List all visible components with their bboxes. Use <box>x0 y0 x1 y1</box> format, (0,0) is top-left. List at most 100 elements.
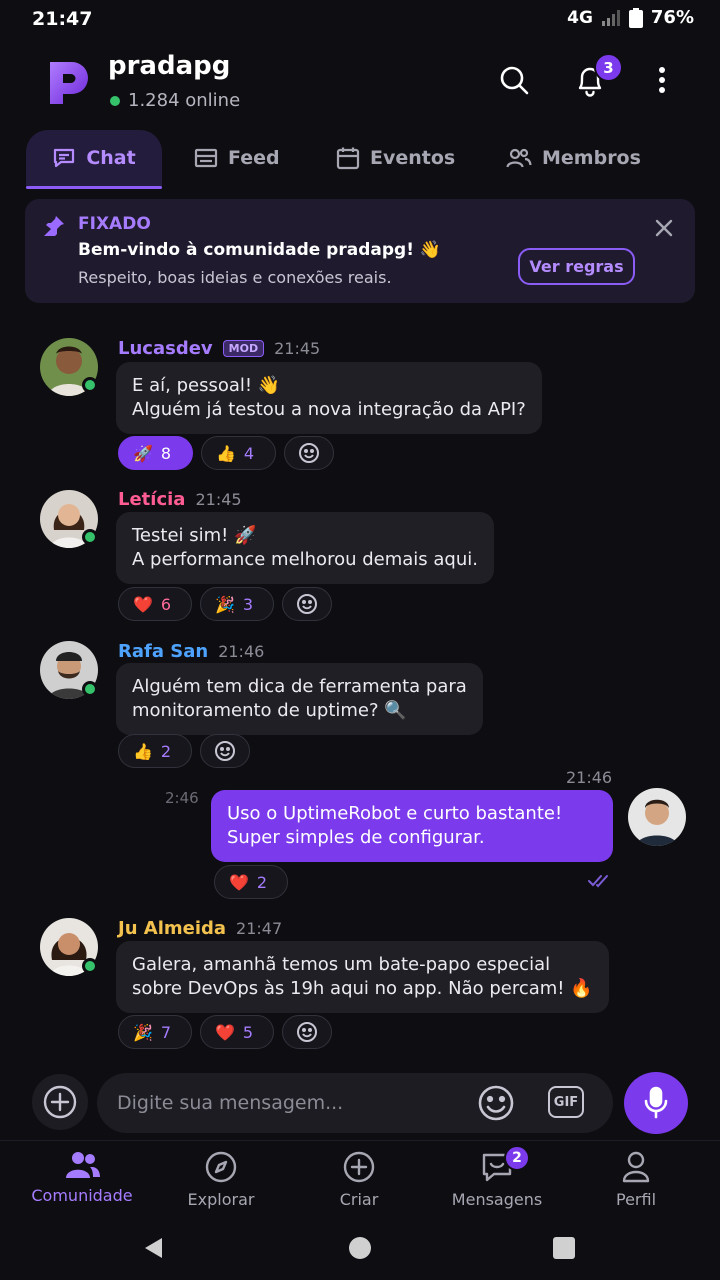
microphone-icon <box>644 1086 668 1119</box>
add-reaction-button[interactable] <box>282 1015 332 1049</box>
signal-icon <box>601 9 620 26</box>
community-icon <box>66 1152 100 1178</box>
reaction-emoji: ❤️ <box>215 1022 235 1042</box>
compass-icon <box>205 1151 237 1183</box>
reaction-party[interactable]: 🎉 3 <box>200 587 274 621</box>
nav-explorar[interactable]: Explorar <box>151 1150 291 1209</box>
feed-icon <box>194 148 218 168</box>
own-avatar[interactable] <box>628 788 686 846</box>
read-receipt-icon <box>588 875 608 888</box>
reaction-party[interactable]: 🎉 7 <box>118 1015 192 1049</box>
reaction-count: 2 <box>160 741 172 761</box>
online-indicator <box>82 377 98 393</box>
emoji-button[interactable] <box>476 1083 516 1127</box>
reaction-rocket[interactable]: 🚀 8 <box>118 436 193 470</box>
smiley-icon <box>297 594 317 614</box>
message-line: Alguém já testou a nova integração da AP… <box>132 399 526 420</box>
reaction-heart[interactable]: ❤️ 2 <box>214 865 288 899</box>
close-icon <box>655 219 673 237</box>
nav-label: Explorar <box>187 1190 255 1209</box>
system-recents-button[interactable] <box>552 1236 576 1260</box>
nav-comunidade[interactable]: Comunidade <box>12 1150 152 1205</box>
message-time: 21:45 <box>274 339 321 358</box>
nav-label: Mensagens <box>451 1190 543 1209</box>
active-tab-indicator <box>26 186 162 189</box>
network-label: 4G <box>567 7 593 28</box>
tab-eventos[interactable]: Eventos <box>336 130 455 186</box>
reaction-emoji: 🎉 <box>133 1022 153 1042</box>
emoji-icon <box>478 1085 514 1121</box>
reaction-thumbs-up[interactable]: 👍 2 <box>118 734 192 768</box>
reaction-emoji: 👍 <box>216 443 236 463</box>
message-line: Super simples de configurar. <box>227 827 485 848</box>
reaction-thumbs-up[interactable]: 👍 4 <box>201 436 276 470</box>
community-name: pradapg <box>108 51 231 81</box>
more-options-button[interactable] <box>642 60 682 100</box>
message-input-placeholder[interactable]: Digite sua mensagem... <box>117 1092 343 1114</box>
online-indicator <box>82 681 98 697</box>
nav-mensagens[interactable]: Mensagens <box>427 1150 567 1209</box>
message-author-row: Lucasdev MOD 21:45 <box>118 338 320 359</box>
reaction-heart[interactable]: ❤️ 6 <box>118 587 192 621</box>
message-line: Alguém tem dica de ferramenta para <box>132 676 467 697</box>
smiley-icon <box>215 741 235 761</box>
pin-icon <box>44 216 64 236</box>
dismiss-pinned-button[interactable] <box>650 214 678 242</box>
system-home-button[interactable] <box>348 1236 372 1260</box>
reactions-row: 🎉 7 ❤️ 5 <box>118 1015 332 1049</box>
reaction-emoji: ❤️ <box>229 872 249 892</box>
tab-label: Eventos <box>370 147 456 169</box>
add-reaction-button[interactable] <box>284 436 334 470</box>
reactions-row: 👍 2 <box>118 734 250 768</box>
author-name[interactable]: Letícia <box>118 489 185 510</box>
message-bubble[interactable]: Galera, amanhã temos um bate-papo especi… <box>116 941 609 1013</box>
message-time: 21:46 <box>566 768 613 787</box>
author-name[interactable]: Rafa San <box>118 641 208 662</box>
reaction-count: 3 <box>242 594 254 614</box>
message-bubble[interactable]: Testei sim! 🚀 A performance melhorou dem… <box>116 512 494 584</box>
avatar-image <box>628 788 686 846</box>
message-time: 21:45 <box>195 490 242 509</box>
own-message-bubble[interactable]: Uso o UptimeRobot e curto bastante! Supe… <box>211 790 613 862</box>
view-rules-button[interactable]: Ver regras <box>518 248 635 285</box>
smiley-icon <box>299 443 319 463</box>
reaction-emoji: 👍 <box>133 741 153 761</box>
search-button[interactable] <box>494 60 534 100</box>
message-author-row: Ju Almeida 21:47 <box>118 918 282 939</box>
reaction-emoji: ❤️ <box>133 594 153 614</box>
reaction-count: 5 <box>242 1022 254 1042</box>
reactions-row: ❤️ 2 <box>214 865 288 899</box>
reactions-row: 🚀 8 👍 4 <box>118 436 334 470</box>
reaction-emoji: 🎉 <box>215 594 235 614</box>
add-reaction-button[interactable] <box>282 587 332 621</box>
mod-badge: MOD <box>222 340 265 357</box>
nav-perfil[interactable]: Perfil <box>566 1150 706 1209</box>
pinned-label: FIXADO <box>78 214 151 234</box>
author-name[interactable]: Ju Almeida <box>118 918 226 939</box>
author-name[interactable]: Lucasdev <box>118 338 213 359</box>
status-icons: 4G 76% <box>567 7 694 28</box>
gif-button[interactable]: GIF <box>548 1086 584 1118</box>
message-bubble[interactable]: Alguém tem dica de ferramenta para monit… <box>116 663 483 735</box>
tab-chat[interactable]: Chat <box>26 130 162 186</box>
nav-criar[interactable]: Criar <box>289 1150 429 1209</box>
message-line: A performance melhorou demais aqui. <box>132 549 478 570</box>
reaction-heart[interactable]: ❤️ 5 <box>200 1015 274 1049</box>
voice-message-button[interactable] <box>624 1072 688 1134</box>
status-time: 21:47 <box>32 8 93 30</box>
profile-icon <box>622 1151 650 1183</box>
pinned-subtitle: Respeito, boas ideias e conexões reais. <box>78 268 392 287</box>
messages-badge: 2 <box>504 1145 530 1171</box>
message-line: Galera, amanhã temos um bate-papo especi… <box>132 954 551 975</box>
message-bubble[interactable]: E aí, pessoal! 👋 Alguém já testou a nova… <box>116 362 542 434</box>
online-count: 1.284 online <box>128 90 241 111</box>
members-icon <box>506 148 532 168</box>
tab-label: Chat <box>86 147 136 169</box>
message-time: 21:46 <box>218 642 265 661</box>
plus-circle-icon <box>43 1085 77 1119</box>
system-back-button[interactable] <box>142 1236 166 1260</box>
tab-membros[interactable]: Membros <box>506 130 641 186</box>
tab-feed[interactable]: Feed <box>194 130 280 186</box>
attach-button[interactable] <box>32 1074 88 1130</box>
add-reaction-button[interactable] <box>200 734 250 768</box>
